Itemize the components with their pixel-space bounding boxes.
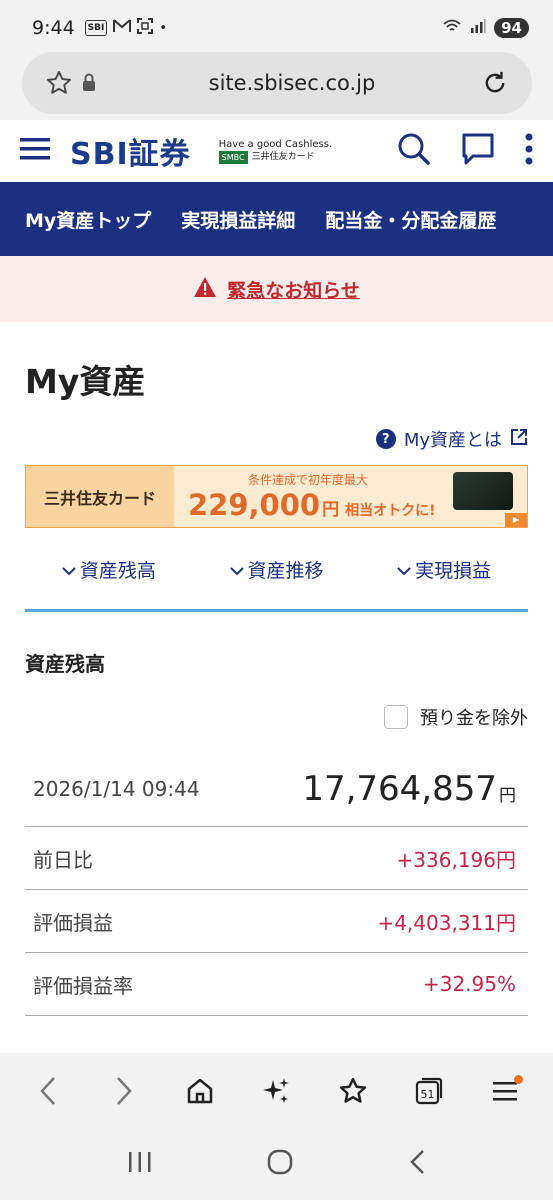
chevron-down-icon (229, 559, 244, 581)
banner-arrow-icon: ▶ (505, 513, 527, 527)
about-my-assets-link[interactable]: ? My資産とは (375, 426, 528, 452)
promo-tagline: Have a good Cashless. (218, 139, 333, 150)
unrealized-pl-label: 評価損益 (33, 910, 113, 935)
total-assets-value: 17,764,857 (302, 769, 497, 809)
tab-label: 資産残高 (79, 560, 156, 582)
forward-icon[interactable] (104, 1071, 144, 1111)
exclude-deposit-label: 預り金を除外 (420, 708, 528, 729)
recent-apps-icon[interactable] (127, 1150, 153, 1178)
hamburger-menu-icon[interactable] (20, 135, 50, 167)
banner-suffix: 相当オトクに! (345, 503, 436, 519)
asset-balance-heading: 資産残高 (25, 652, 105, 676)
banner-condition: 条件達成で初年度最大 (247, 473, 368, 487)
banner-brand: 三井住友カード (26, 466, 174, 527)
as-of-datetime: 2026/1/14 09:44 (33, 777, 200, 801)
home-button-icon[interactable] (266, 1148, 294, 1180)
signal-icon (470, 19, 486, 37)
banner-amount: 229,000 (188, 488, 321, 522)
status-time: 9:44 (32, 17, 75, 39)
unrealized-pl-rate-value: +32.95% (422, 972, 516, 996)
help-icon: ? (375, 429, 396, 449)
lock-icon (74, 68, 104, 98)
smbc-tag: SMBC (218, 151, 248, 164)
credit-card-image (453, 472, 513, 510)
url-text[interactable]: site.sbisec.co.jp (104, 71, 480, 95)
tab-realized-pl[interactable]: 実現損益 (360, 550, 528, 609)
exclude-deposit-checkbox[interactable] (384, 705, 408, 729)
chat-icon[interactable] (461, 132, 495, 170)
tab-asset-trend[interactable]: 資産推移 (193, 550, 361, 609)
home-icon[interactable] (180, 1071, 220, 1111)
menu-icon[interactable] (485, 1071, 525, 1111)
unrealized-pl-value: +4,403,311円 (377, 910, 516, 935)
unrealized-pl-row: 評価損益 +4,403,311円 (25, 890, 528, 953)
header-icons (397, 132, 533, 170)
notification-dot (513, 1074, 523, 1084)
smbc-card-banner[interactable]: 三井住友カード 条件達成で初年度最大 229,000 円 相当オトクに! ▶ (25, 465, 528, 528)
banner-unit: 円 (322, 500, 340, 520)
status-bar: 9:44 SBI • 94 (0, 0, 553, 56)
address-bar[interactable]: site.sbisec.co.jp (22, 52, 532, 114)
about-my-assets-label: My資産とは (403, 430, 502, 451)
status-right: 94 (442, 18, 529, 38)
tab-label: 実現損益 (415, 560, 492, 582)
search-icon[interactable] (397, 132, 431, 170)
main-nav: My資産トップ 実現損益詳細 配当金・分配金履歴 (0, 182, 553, 256)
promo-card-name: 三井住友カード (251, 152, 315, 162)
bookmark-star-icon[interactable] (44, 68, 74, 98)
urgent-notice-bar: 緊急なお知らせ (0, 256, 553, 322)
nav-item-dividend-history[interactable]: 配当金・分配金履歴 (325, 206, 496, 233)
system-back-icon[interactable] (408, 1149, 426, 1179)
day-change-value: +336,196円 (396, 847, 516, 872)
nav-item-my-assets-top[interactable]: My資産トップ (25, 206, 151, 233)
page-title: My資産 (25, 362, 146, 401)
day-change-row: 前日比 +336,196円 (25, 827, 528, 890)
more-dot-icon: • (159, 20, 168, 36)
external-link-icon (510, 428, 528, 451)
bookmarks-star-icon[interactable] (333, 1071, 373, 1111)
tab-asset-balance[interactable]: 資産残高 (25, 550, 193, 609)
sbi-logo[interactable]: SBI証券 (70, 129, 191, 173)
browser-bottom-bar: 51 (0, 1053, 553, 1128)
chevron-down-icon (62, 559, 76, 581)
total-assets-unit: 円 (499, 786, 516, 806)
section-tabs: 資産残高 資産推移 実現損益 (25, 550, 528, 612)
sparkle-ai-icon[interactable] (256, 1071, 296, 1111)
day-change-label: 前日比 (33, 847, 93, 872)
mail-icon (113, 19, 132, 37)
urgent-notice-link[interactable]: 緊急なお知らせ (227, 276, 360, 303)
tabs-icon[interactable]: 51 (409, 1071, 449, 1111)
battery-indicator: 94 (494, 18, 529, 38)
more-vertical-icon[interactable] (525, 133, 533, 169)
reload-icon[interactable] (480, 68, 510, 98)
promo-sub: SMBC 三井住友カード (218, 151, 333, 164)
nav-item-realized-pl[interactable]: 実現損益詳細 (181, 206, 295, 233)
unrealized-pl-rate-label: 評価損益率 (33, 973, 133, 998)
tab-count: 51 (420, 1088, 434, 1101)
back-icon[interactable] (28, 1071, 68, 1111)
total-assets-row: 2026/1/14 09:44 17,764,857 円 (25, 752, 528, 827)
smbc-promo[interactable]: Have a good Cashless. SMBC 三井住友カード (218, 138, 333, 164)
screenshot-icon (137, 18, 154, 38)
site-header: SBI証券 Have a good Cashless. SMBC 三井住友カード (0, 120, 553, 182)
status-notification-icons: SBI • (84, 18, 168, 38)
system-nav-bar (0, 1128, 553, 1200)
wifi-icon (442, 18, 462, 38)
unrealized-pl-rate-row: 評価損益率 +32.95% (25, 953, 528, 1016)
exclude-deposit-option[interactable]: 預り金を除外 (384, 704, 528, 730)
tab-label: 資産推移 (247, 560, 324, 582)
warning-icon (193, 276, 217, 302)
sbi-app-icon: SBI (84, 20, 108, 36)
chevron-down-icon (397, 559, 411, 581)
